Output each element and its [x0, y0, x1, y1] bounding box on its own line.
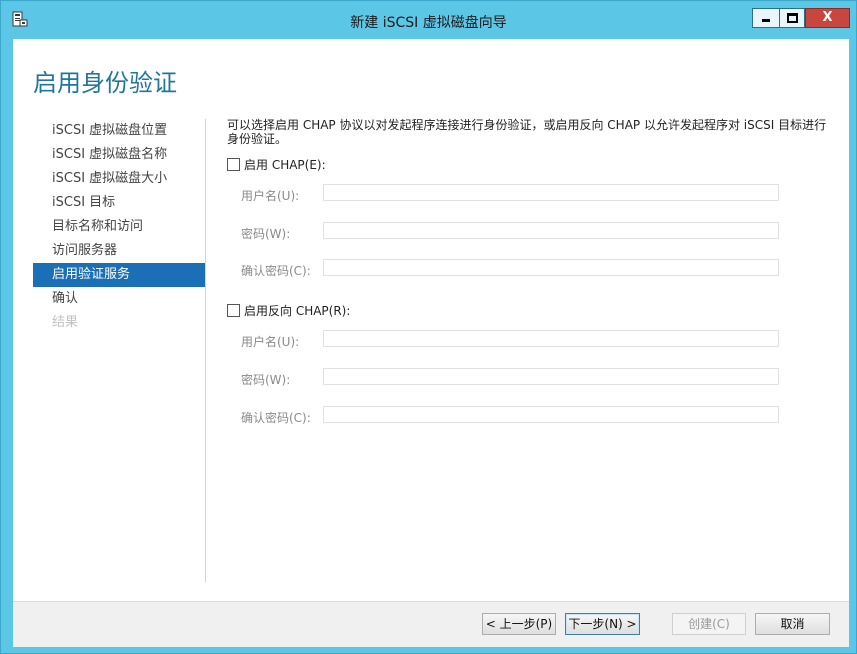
reverse-chap-confirm-password-label: 确认密码(C):	[241, 411, 311, 425]
nav-item-disk-location[interactable]: iSCSI 虚拟磁盘位置	[33, 119, 205, 143]
enable-reverse-chap-label[interactable]: 启用反向 CHAP(R):	[244, 302, 350, 319]
chap-username-field[interactable]	[323, 184, 779, 201]
nav-item-confirmation[interactable]: 确认	[33, 287, 205, 311]
reverse-chap-username-label: 用户名(U):	[241, 335, 300, 349]
create-button: 创建(C)	[672, 613, 746, 635]
nav-item-results: 结果	[52, 315, 79, 330]
auth-content: 可以选择启用 CHAP 协议以对发起程序连接进行身份验证，或启用反向 CHAP …	[227, 118, 839, 425]
reverse-chap-password-field[interactable]	[323, 368, 779, 385]
maximize-icon	[787, 13, 798, 23]
enable-reverse-chap-checkbox[interactable]	[227, 304, 240, 317]
cancel-button[interactable]: 取消	[755, 613, 830, 635]
close-button[interactable]: X	[805, 8, 850, 28]
chap-username-label: 用户名(U):	[241, 189, 300, 203]
wizard-window: 新建 iSCSI 虚拟磁盘向导 X 启用身份验证 iSCSI 虚拟磁盘位置 iS…	[0, 0, 857, 654]
title-bar[interactable]: 新建 iSCSI 虚拟磁盘向导 X	[1, 1, 856, 39]
nav-item-iscsi-target[interactable]: iSCSI 目标	[33, 191, 205, 215]
nav-item-disk-name[interactable]: iSCSI 虚拟磁盘名称	[33, 143, 205, 167]
wizard-steps-nav: iSCSI 虚拟磁盘位置 iSCSI 虚拟磁盘名称 iSCSI 虚拟磁盘大小 i…	[33, 119, 205, 335]
reverse-chap-confirm-password-field[interactable]	[323, 406, 779, 423]
page-title: 启用身份验证	[33, 69, 177, 97]
enable-chap-checkbox[interactable]	[227, 158, 240, 171]
nav-item-enable-auth[interactable]: 启用验证服务	[33, 263, 205, 287]
maximize-button[interactable]	[779, 8, 805, 28]
close-icon: X	[822, 10, 833, 25]
wizard-footer: < 上一步(P) 下一步(N) > 创建(C) 取消	[13, 601, 849, 647]
reverse-chap-section: 启用反向 CHAP(R): 用户名(U): 密码(W): 确认密码(C):	[227, 302, 787, 462]
chap-confirm-password-label: 确认密码(C):	[241, 264, 311, 278]
description-text: 可以选择启用 CHAP 协议以对发起程序连接进行身份验证，或启用反向 CHAP …	[227, 118, 827, 146]
enable-chap-label[interactable]: 启用 CHAP(E):	[244, 156, 326, 173]
nav-divider	[205, 119, 206, 582]
previous-button[interactable]: < 上一步(P)	[482, 613, 556, 635]
chap-confirm-password-field[interactable]	[323, 259, 779, 276]
nav-item-access-servers[interactable]: 访问服务器	[33, 239, 205, 263]
reverse-chap-username-field[interactable]	[323, 330, 779, 347]
window-title: 新建 iSCSI 虚拟磁盘向导	[350, 15, 507, 31]
minimize-button[interactable]	[752, 8, 779, 28]
next-button[interactable]: 下一步(N) >	[565, 613, 640, 635]
minimize-icon	[762, 19, 770, 22]
wizard-body: 启用身份验证 iSCSI 虚拟磁盘位置 iSCSI 虚拟磁盘名称 iSCSI 虚…	[13, 39, 849, 647]
reverse-chap-password-label: 密码(W):	[241, 373, 291, 387]
nav-item-disk-size[interactable]: iSCSI 虚拟磁盘大小	[33, 167, 205, 191]
nav-item-target-name-access[interactable]: 目标名称和访问	[33, 215, 205, 239]
chap-password-label: 密码(W):	[241, 227, 291, 241]
chap-password-field[interactable]	[323, 222, 779, 239]
chap-section: 启用 CHAP(E): 用户名(U): 密码(W): 确认密码(C):	[227, 156, 787, 316]
